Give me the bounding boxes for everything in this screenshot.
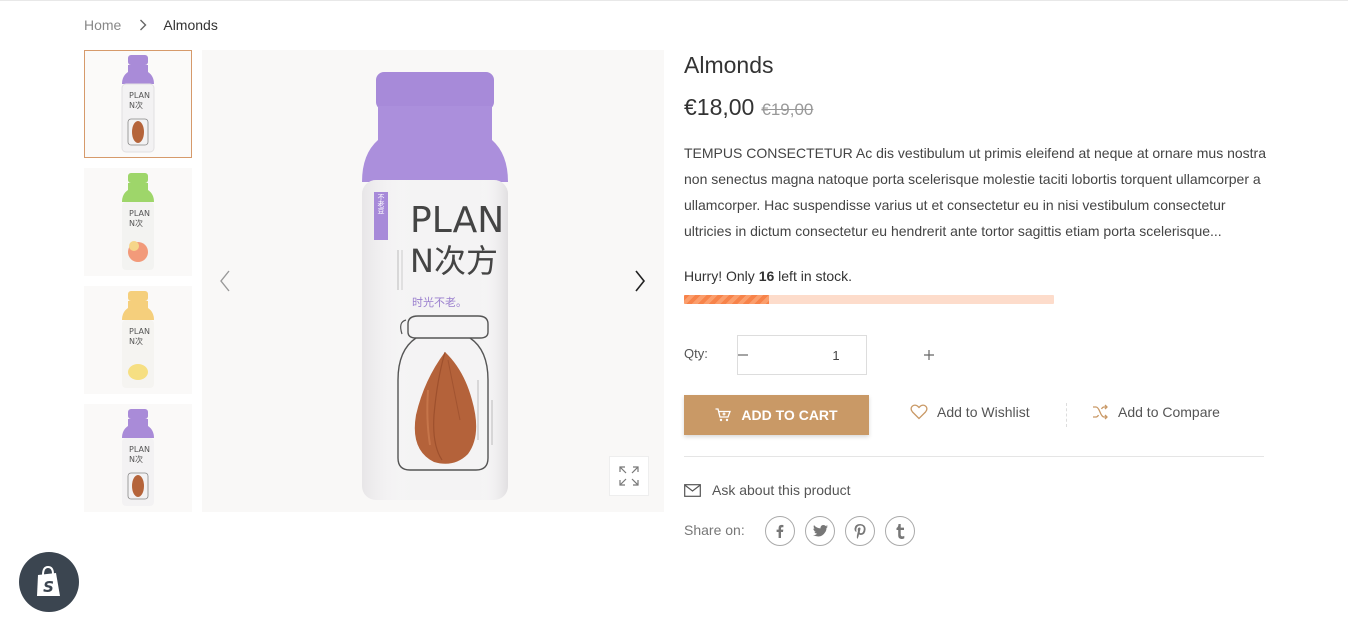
product-description: TEMPUS CONSECTETUR Ac dis vestibulum ut … bbox=[684, 145, 1266, 239]
stock-progress-bar bbox=[684, 295, 1054, 304]
bottle-thumbnail-image: PLAN N次 bbox=[121, 55, 155, 153]
ask-about-product-link[interactable]: Ask about this product bbox=[684, 482, 851, 498]
bottle-brand-line2: N次方 bbox=[410, 242, 498, 280]
bottle-thumbnail-image: PLAN N次 bbox=[122, 173, 154, 270]
plus-icon[interactable] bbox=[924, 336, 934, 374]
expand-icon[interactable] bbox=[609, 456, 649, 496]
quantity-input[interactable] bbox=[748, 347, 924, 363]
cart-icon bbox=[715, 408, 732, 422]
social-share-list bbox=[765, 516, 925, 546]
mail-icon bbox=[684, 483, 701, 497]
bottle-thumbnail-image: PLAN N次 bbox=[122, 291, 154, 388]
quantity-stepper bbox=[737, 335, 934, 375]
qty-label: Qty: bbox=[684, 346, 708, 361]
add-to-cart-label: ADD TO CART bbox=[741, 407, 838, 423]
tumblr-icon[interactable] bbox=[885, 516, 915, 546]
svg-text:PLAN: PLAN bbox=[129, 327, 150, 336]
shuffle-icon bbox=[1093, 404, 1108, 420]
minus-icon[interactable] bbox=[738, 336, 748, 374]
add-to-wishlist-link[interactable]: Add to Wishlist bbox=[910, 404, 1030, 420]
breadcrumb: Home Almonds bbox=[84, 16, 218, 34]
stock-prefix: Hurry! Only bbox=[684, 268, 755, 284]
svg-text:N次: N次 bbox=[129, 336, 143, 346]
stock-suffix: left in stock. bbox=[778, 268, 853, 284]
breadcrumb-home-link[interactable]: Home bbox=[84, 17, 121, 33]
thumbnail-3[interactable]: PLAN N次 bbox=[84, 286, 192, 394]
heart-icon bbox=[910, 404, 928, 420]
thumbnail-2[interactable]: PLAN N次 bbox=[84, 168, 192, 276]
action-divider bbox=[1066, 403, 1067, 427]
top-divider bbox=[0, 0, 1348, 1]
thumbnail-4[interactable]: PLAN N次 bbox=[84, 404, 192, 512]
svg-text:PLAN: PLAN bbox=[129, 209, 150, 218]
bottle-side-tag: 不老豆 bbox=[377, 194, 385, 215]
stock-count: 16 bbox=[758, 268, 775, 284]
ask-label: Ask about this product bbox=[712, 482, 851, 498]
svg-text:S: S bbox=[43, 578, 54, 596]
price-block: €18,00 €19,00 bbox=[684, 94, 813, 121]
almond-bottle-image: 不老豆 PLAN N次方 时光不老。 bbox=[362, 72, 508, 500]
thumbnail-list: PLAN N次 PLAN N次 PLAN N次 PLAN N次 bbox=[84, 50, 192, 512]
shopify-icon[interactable]: S bbox=[19, 552, 79, 612]
svg-text:N次: N次 bbox=[129, 454, 143, 464]
add-to-wishlist-label: Add to Wishlist bbox=[937, 404, 1030, 420]
add-to-compare-link[interactable]: Add to Compare bbox=[1092, 404, 1220, 420]
pinterest-icon[interactable] bbox=[845, 516, 875, 546]
svg-text:PLAN: PLAN bbox=[129, 445, 150, 454]
chevron-left-icon[interactable] bbox=[212, 268, 238, 294]
bottle-thumbnail-image: PLAN N次 bbox=[122, 409, 154, 506]
svg-text:N次: N次 bbox=[129, 218, 143, 228]
product-title: Almonds bbox=[684, 52, 774, 78]
facebook-icon[interactable] bbox=[765, 516, 795, 546]
add-to-cart-button[interactable]: ADD TO CART bbox=[684, 395, 869, 435]
bottle-brand-line1: PLAN bbox=[410, 200, 504, 241]
chevron-right-icon bbox=[135, 17, 151, 33]
breadcrumb-current: Almonds bbox=[163, 17, 218, 33]
bottle-tagline: 时光不老。 bbox=[412, 295, 467, 309]
add-to-compare-label: Add to Compare bbox=[1118, 404, 1220, 420]
section-divider bbox=[684, 456, 1264, 457]
svg-text:N次: N次 bbox=[129, 100, 143, 110]
current-price: €18,00 bbox=[684, 94, 755, 120]
main-product-image[interactable]: 不老豆 PLAN N次方 时光不老。 bbox=[202, 50, 664, 512]
svg-text:PLAN: PLAN bbox=[129, 91, 150, 100]
stock-message: Hurry! Only 16 left in stock. bbox=[684, 268, 852, 284]
share-label: Share on: bbox=[684, 522, 745, 538]
thumbnail-1[interactable]: PLAN N次 bbox=[84, 50, 192, 158]
twitter-icon[interactable] bbox=[805, 516, 835, 546]
chevron-right-icon[interactable] bbox=[627, 268, 653, 294]
compare-at-price: €19,00 bbox=[761, 100, 814, 119]
stock-progress-fill bbox=[684, 295, 770, 304]
